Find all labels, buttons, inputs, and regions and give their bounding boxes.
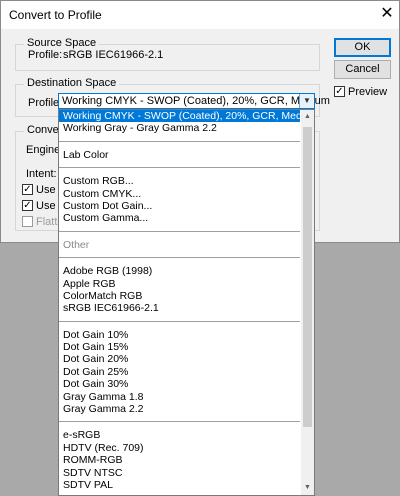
dropdown-separator	[59, 320, 300, 322]
source-space-legend: Source Space	[24, 37, 100, 49]
dropdown-option[interactable]: Dot Gain 10%	[59, 329, 300, 341]
dropdown-option[interactable]: ColorMatch RGB	[59, 290, 300, 302]
check-icon: ✓	[23, 200, 32, 211]
use-bpc-checkbox[interactable]: ✓	[22, 184, 33, 195]
scroll-down-icon[interactable]: ▼	[301, 481, 314, 495]
dropdown-option[interactable]: HDTV (Rec. 709)	[59, 442, 300, 454]
dropdown-separator	[59, 257, 300, 259]
dropdown-separator	[59, 167, 300, 169]
dropdown-group-heading: Other	[63, 238, 90, 251]
chevron-down-icon[interactable]: ▼	[299, 94, 314, 108]
preview-label: Preview	[348, 86, 388, 98]
dropdown-separator	[59, 230, 300, 232]
dropdown-option[interactable]: ROMM-RGB	[59, 454, 300, 466]
title-bar: Convert to Profile ✕	[1, 1, 399, 29]
dropdown-option[interactable]: Custom CMYK...	[59, 188, 300, 200]
dropdown-option[interactable]: Lab Color	[59, 149, 300, 161]
ok-button[interactable]: OK	[334, 38, 391, 57]
dropdown-separator	[59, 140, 300, 142]
destination-space-legend: Destination Space	[24, 77, 120, 89]
dropdown-scrollbar[interactable]: ▲ ▼	[301, 110, 314, 495]
dropdown-option[interactable]: Working CMYK - SWOP (Coated), 20%, GCR, …	[59, 110, 314, 123]
dropdown-option[interactable]: Custom RGB...	[59, 175, 300, 187]
profile-dropdown-list: Working CMYK - SWOP (Coated), 20%, GCR, …	[58, 109, 315, 496]
close-icon[interactable]: ✕	[377, 4, 397, 24]
dropdown-option[interactable]: Gray Gamma 2.2	[59, 403, 300, 415]
dropdown-option[interactable]: SDTV NTSC	[59, 467, 300, 479]
dropdown-option[interactable]: Dot Gain 30%	[59, 378, 300, 390]
dropdown-option[interactable]: Dot Gain 15%	[59, 341, 300, 353]
flatten-checkbox[interactable]	[22, 216, 33, 227]
dropdown-option[interactable]: e-sRGB	[59, 429, 300, 441]
dropdown-option[interactable]: Apple RGB	[59, 278, 300, 290]
check-icon: ✓	[335, 86, 344, 97]
dropdown-option[interactable]: SDTV PAL	[59, 479, 300, 491]
cancel-button[interactable]: Cancel	[334, 60, 391, 79]
source-profile-value: sRGB IEC61966-2.1	[63, 49, 164, 61]
destination-profile-selected: Working CMYK - SWOP (Coated), 20%, GCR, …	[62, 95, 330, 107]
dropdown-option[interactable]: Adobe RGB (1998)	[59, 265, 300, 277]
source-profile-label: Profile:	[28, 49, 63, 61]
dropdown-option[interactable]: sRGB IEC61966-2.1	[59, 302, 300, 314]
dropdown-option[interactable]: Working Gray - Gray Gamma 2.2	[59, 122, 300, 134]
destination-profile-select[interactable]: Working CMYK - SWOP (Coated), 20%, GCR, …	[58, 93, 330, 109]
use-dither-checkbox[interactable]: ✓	[22, 200, 33, 211]
check-icon: ✓	[23, 184, 32, 195]
dropdown-option[interactable]: Gray Gamma 1.8	[59, 391, 300, 403]
dropdown-option[interactable]: Custom Gamma...	[59, 212, 300, 224]
preview-checkbox[interactable]: ✓	[334, 86, 345, 97]
dropdown-separator	[59, 421, 300, 423]
dropdown-items: Working CMYK - SWOP (Coated), 20%, GCR, …	[59, 110, 314, 491]
scrollbar-thumb[interactable]	[303, 127, 312, 427]
dropdown-option[interactable]: Dot Gain 20%	[59, 353, 300, 365]
scroll-up-icon[interactable]: ▲	[301, 110, 314, 124]
window-title: Convert to Profile	[9, 8, 102, 22]
dropdown-option[interactable]: Custom Dot Gain...	[59, 200, 300, 212]
dropdown-option[interactable]: Dot Gain 25%	[59, 366, 300, 378]
intent-label: Intent:	[26, 168, 57, 180]
